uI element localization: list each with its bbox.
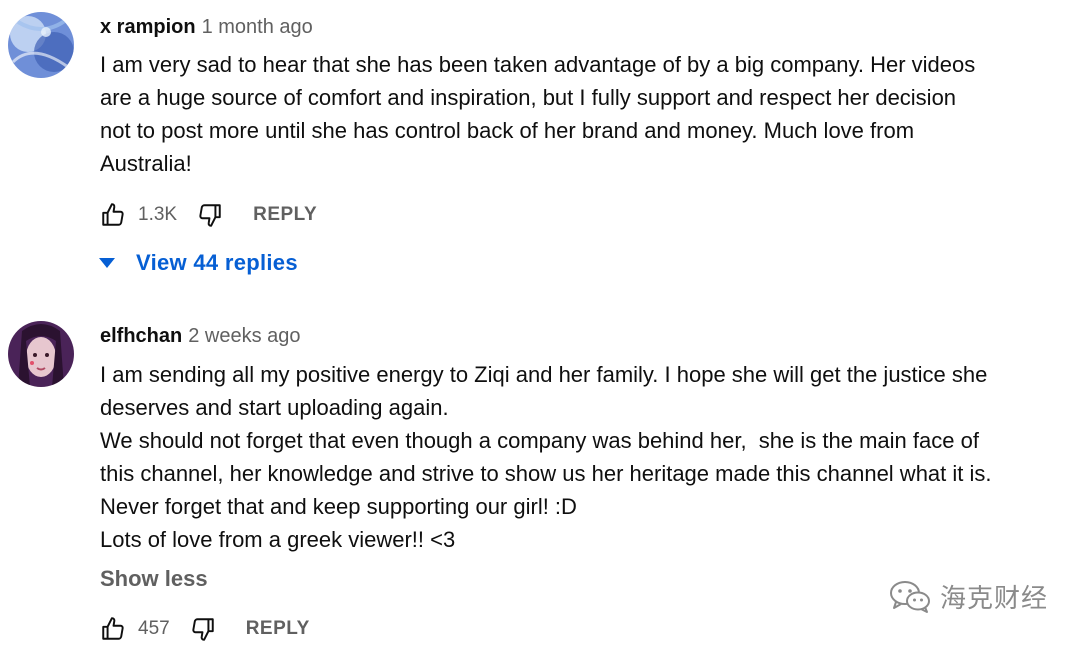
comment-line: I am very sad to hear that she has been … <box>100 52 976 77</box>
watermark-text: 海克财经 <box>940 583 1049 614</box>
thumbs-up-icon <box>102 617 124 640</box>
comment-line: Lots of love from a greek viewer!! <3 <box>100 527 456 552</box>
reply-button[interactable]: REPLY <box>253 204 317 226</box>
comment-header: elfhchan 2 weeks ago <box>100 322 301 350</box>
reply-button[interactable]: REPLY <box>246 618 310 640</box>
avatar[interactable] <box>8 12 74 78</box>
avatar[interactable] <box>8 321 74 387</box>
like-count: 1.3K <box>138 204 178 225</box>
like-count: 457 <box>138 618 170 639</box>
author-name[interactable]: x rampion <box>100 16 196 38</box>
comment-line: Australia! <box>100 151 192 176</box>
thumbs-down-icon <box>192 618 214 641</box>
author-name[interactable]: elfhchan <box>100 325 182 347</box>
view-replies-label: View 44 replies <box>136 250 298 275</box>
thumbs-down-icon <box>199 204 221 227</box>
dislike-button[interactable] <box>197 202 223 228</box>
comment-line: not to post more until she has control b… <box>100 118 915 143</box>
view-replies-button[interactable]: View 44 replies <box>96 247 298 279</box>
comment-line: are a huge source of comfort and inspira… <box>100 85 957 110</box>
thumbs-up-icon <box>102 203 124 226</box>
comment-timestamp[interactable]: 1 month ago <box>202 16 313 38</box>
comment-line: I am sending all my positive energy to Z… <box>100 362 988 387</box>
avatar-image <box>8 12 74 78</box>
comment-line: deserves and start uploading again. <box>100 395 449 420</box>
comment-text: I am very sad to hear that she has been … <box>100 48 1060 180</box>
watermark: 海克财经 <box>888 576 1048 616</box>
caret-down-icon <box>96 252 118 274</box>
comment-line: this channel, her knowledge and strive t… <box>100 461 992 486</box>
comment-header: x rampion 1 month ago <box>100 13 313 41</box>
wechat-icon <box>890 581 930 613</box>
show-less-button[interactable]: Show less <box>100 566 208 592</box>
avatar-image <box>8 321 74 387</box>
comment-line: We should not forget that even though a … <box>100 428 979 453</box>
comment-timestamp[interactable]: 2 weeks ago <box>188 325 300 347</box>
dislike-button[interactable] <box>190 616 216 642</box>
comment-actions: 1.3K REPLY <box>100 198 317 232</box>
like-button[interactable] <box>100 616 126 642</box>
comment-line: Never forget that and keep supporting ou… <box>100 494 577 519</box>
comment-text: I am sending all my positive energy to Z… <box>100 358 1060 556</box>
comment-actions: 457 REPLY <box>100 612 310 646</box>
like-button[interactable] <box>100 202 126 228</box>
